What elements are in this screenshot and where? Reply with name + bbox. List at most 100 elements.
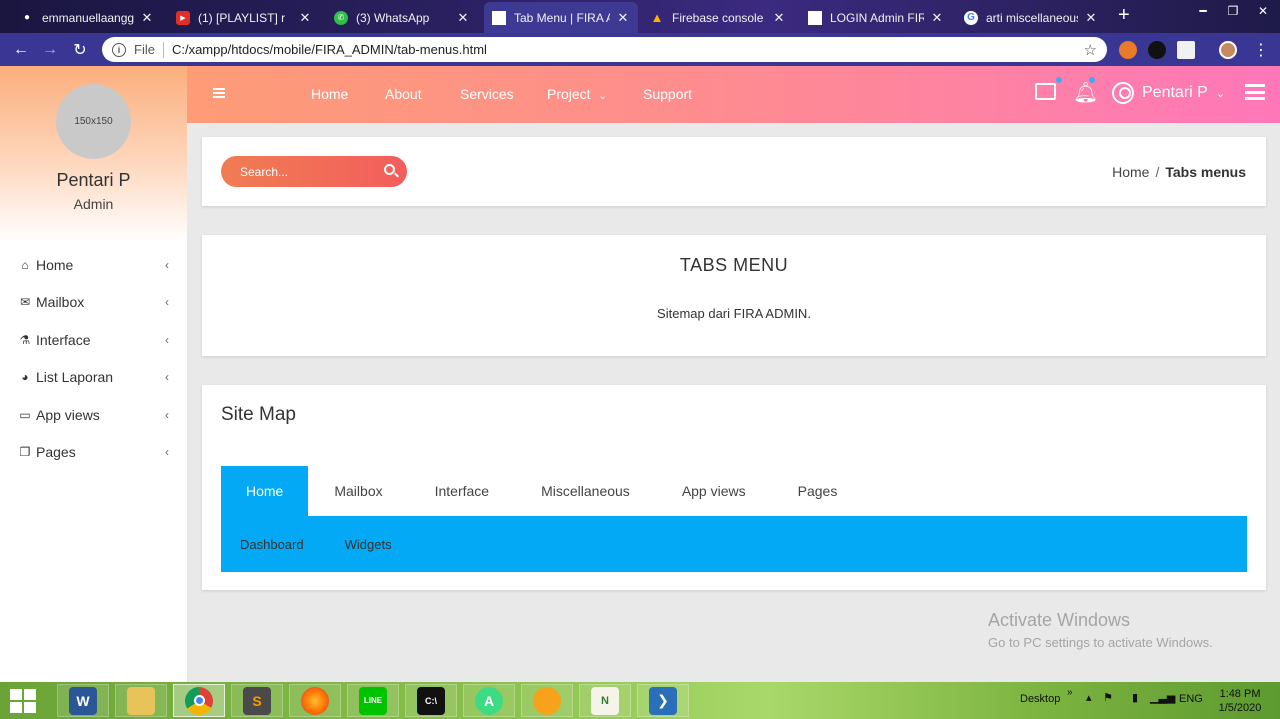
- sublime-text-icon: S: [243, 686, 271, 715]
- search-icon[interactable]: [384, 164, 395, 175]
- taskbar-notepad[interactable]: N: [579, 684, 631, 717]
- extension-icon[interactable]: [1119, 41, 1137, 59]
- sidebar-item-pages[interactable]: ❐ Pages ‹: [0, 434, 187, 472]
- restore-icon[interactable]: ❐: [1218, 0, 1248, 22]
- close-tab-icon[interactable]: ✕: [1084, 10, 1098, 26]
- new-tab-button[interactable]: +: [1118, 4, 1130, 27]
- settings-panel-icon[interactable]: [1245, 84, 1265, 100]
- taskbar-sublime[interactable]: S: [231, 684, 283, 717]
- line-app-icon: LINE: [359, 686, 387, 715]
- close-tab-icon[interactable]: ✕: [930, 10, 944, 26]
- hamburger-menu-icon[interactable]: [213, 88, 225, 98]
- youtube-icon: ▶: [176, 10, 190, 25]
- bell-notification-dot: [1089, 77, 1095, 83]
- chevron-left-icon: ‹: [165, 407, 169, 422]
- action-center-icon[interactable]: ⚑: [1103, 691, 1113, 704]
- subtab-widgets[interactable]: Widgets: [323, 537, 411, 552]
- breadcrumb-separator: /: [1155, 164, 1160, 180]
- profile-avatar-icon[interactable]: [1219, 41, 1237, 59]
- sidebar-item-home[interactable]: ⌂ Home ‹: [0, 246, 187, 284]
- browser-tab[interactable]: ▶ (1) [PLAYLIST] r ✕: [168, 2, 320, 33]
- taskbar-powershell[interactable]: ❯: [637, 684, 689, 717]
- close-tab-icon[interactable]: ✕: [456, 10, 470, 26]
- close-tab-icon[interactable]: ✕: [140, 10, 154, 26]
- browser-tab[interactable]: ✆ (3) WhatsApp ✕: [326, 2, 478, 33]
- desktop-toolbar-label[interactable]: Desktop: [1020, 693, 1060, 705]
- bookmark-star-icon[interactable]: ☆: [1084, 41, 1097, 59]
- taskbar-word[interactable]: W: [57, 684, 109, 717]
- extension-icon[interactable]: [1148, 41, 1166, 59]
- tab-app-views[interactable]: App views: [656, 466, 772, 516]
- tab-miscellaneous[interactable]: Miscellaneous: [515, 466, 656, 516]
- sidebar-item-mailbox[interactable]: ✉ Mailbox ‹: [0, 284, 187, 322]
- sidebar-item-interface[interactable]: ⚗ Interface ‹: [0, 321, 187, 359]
- chevron-double-right-icon[interactable]: »: [1067, 687, 1073, 698]
- top-navbar: Home About Services Project ⌄ Support 🔔︎…: [187, 66, 1280, 123]
- kebab-menu-icon[interactable]: ⋮: [1250, 39, 1272, 61]
- browser-tab[interactable]: ▲ Firebase console ✕: [642, 2, 794, 33]
- nav-project-link[interactable]: Project ⌄: [547, 86, 607, 102]
- forward-arrow-icon[interactable]: →: [39, 39, 61, 61]
- sidebar-item-app-views[interactable]: ▭ App views ‹: [0, 396, 187, 434]
- signal-icon[interactable]: ▁▃▅: [1150, 691, 1175, 704]
- reload-icon[interactable]: ↻: [69, 39, 91, 61]
- breadcrumb-home-link[interactable]: Home: [1112, 164, 1149, 180]
- bell-icon[interactable]: 🔔︎: [1073, 80, 1098, 105]
- taskbar-app[interactable]: [521, 684, 573, 717]
- taskbar-line[interactable]: LINE: [347, 684, 399, 717]
- address-bar[interactable]: i File C:/xampp/htdocs/mobile/FIRA_ADMIN…: [102, 37, 1107, 62]
- close-tab-icon[interactable]: ✕: [772, 10, 786, 26]
- avatar[interactable]: 150x150: [56, 84, 131, 159]
- minimize-icon[interactable]: ━: [1188, 0, 1218, 22]
- tab-interface[interactable]: Interface: [409, 466, 515, 516]
- sidebar-item-list-laporan[interactable]: ◕ List Laporan ‹: [0, 359, 187, 397]
- chat-icon[interactable]: [1035, 83, 1056, 100]
- user-menu[interactable]: Pentari P ⌄: [1112, 82, 1225, 104]
- battery-icon[interactable]: ▮: [1132, 691, 1138, 704]
- sidebar-item-label: List Laporan: [36, 369, 114, 386]
- chevron-left-icon: ‹: [165, 445, 169, 460]
- page-title: TABS MENU: [679, 255, 789, 275]
- nav-support-link[interactable]: Support: [643, 86, 692, 102]
- app-icon: [533, 686, 561, 715]
- envelope-icon: ✉: [19, 295, 31, 310]
- taskbar-android-studio[interactable]: A: [463, 684, 515, 717]
- browser-tab[interactable]: LOGIN Admin FIRA ✕: [800, 2, 952, 33]
- profile-name: Pentari P: [56, 170, 131, 190]
- url-text[interactable]: C:/xampp/htdocs/mobile/FIRA_ADMIN/tab-me…: [172, 42, 487, 57]
- taskbar-chrome[interactable]: [173, 684, 225, 717]
- tab-mailbox[interactable]: Mailbox: [308, 466, 408, 516]
- back-arrow-icon[interactable]: ←: [10, 39, 32, 61]
- taskbar-firefox[interactable]: [289, 684, 341, 717]
- nav-home-link[interactable]: Home: [311, 86, 348, 102]
- url-scheme: File: [134, 42, 155, 57]
- browser-tab-active[interactable]: Tab Menu | FIRA AD ✕: [484, 2, 638, 33]
- tabs-menu-card: TABS MENU Sitemap dari FIRA ADMIN.: [202, 235, 1266, 356]
- windows-start-icon[interactable]: [10, 689, 36, 713]
- browser-toolbar: ← → ↻ i File C:/xampp/htdocs/mobile/FIRA…: [0, 33, 1280, 66]
- nav-services-link[interactable]: Services: [460, 86, 514, 102]
- tab-pages[interactable]: Pages: [772, 466, 864, 516]
- subtab-dashboard[interactable]: Dashboard: [221, 537, 323, 552]
- whatsapp-icon: ✆: [334, 10, 348, 25]
- search-input[interactable]: Search...: [221, 156, 407, 187]
- extension-icon[interactable]: [1177, 41, 1195, 59]
- clock-time: 1:48 PM: [1219, 688, 1261, 700]
- close-tab-icon[interactable]: ✕: [616, 10, 630, 26]
- taskbar-file-explorer[interactable]: [115, 684, 167, 717]
- browser-tab[interactable]: G arti miscellaneous ✕: [956, 2, 1106, 33]
- taskbar-terminal[interactable]: C:\: [405, 684, 457, 717]
- breadcrumb-current: Tabs menus: [1165, 164, 1246, 180]
- browser-tab[interactable]: ● emmanuellaanggi/ ✕: [12, 2, 162, 33]
- info-icon[interactable]: i: [112, 42, 126, 57]
- close-window-icon[interactable]: ✕: [1248, 0, 1278, 22]
- nav-about-link[interactable]: About: [385, 86, 422, 102]
- tray-expand-icon[interactable]: ▴: [1086, 691, 1092, 704]
- chrome-icon: [185, 686, 213, 715]
- tab-home[interactable]: Home: [221, 466, 309, 516]
- close-tab-icon[interactable]: ✕: [298, 10, 312, 26]
- page-icon: [492, 10, 506, 25]
- clock[interactable]: 1:48 PM 1/5/2020: [1214, 687, 1266, 715]
- language-indicator[interactable]: ENG: [1179, 693, 1203, 705]
- activate-windows-watermark: Activate Windows Go to PC settings to ac…: [988, 610, 1213, 650]
